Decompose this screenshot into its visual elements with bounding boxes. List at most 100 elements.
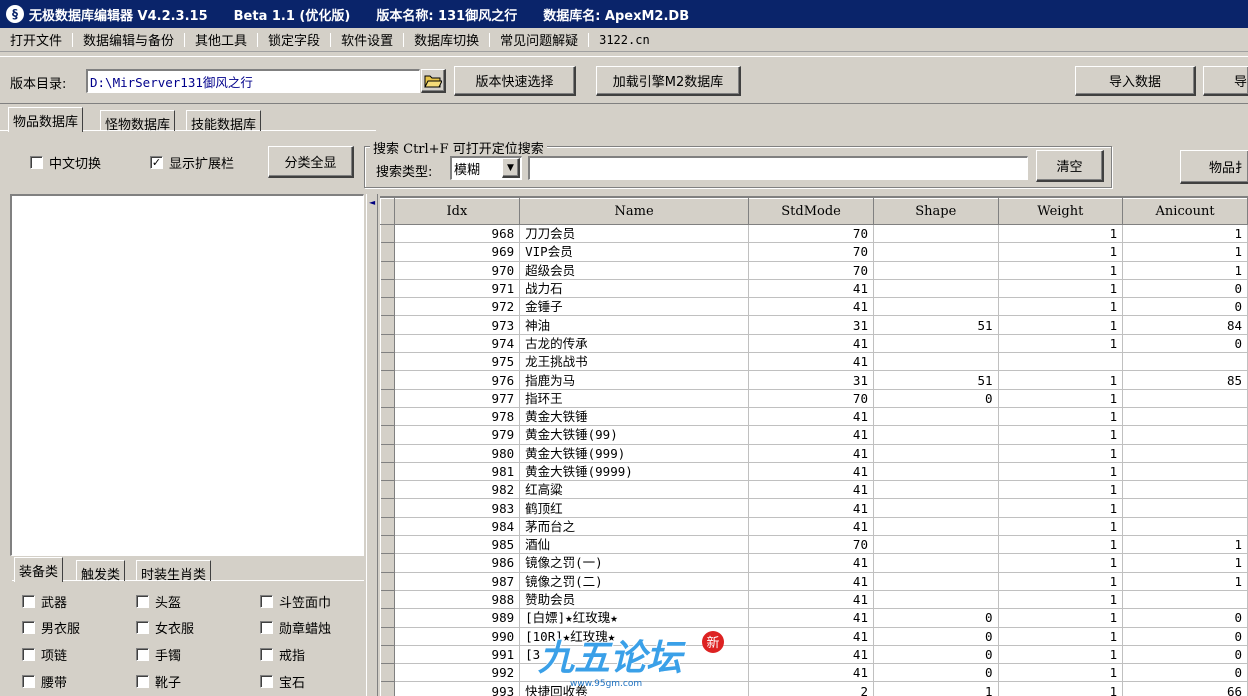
cell-name[interactable]: 神油 [519,315,750,335]
cell-name[interactable]: 黄金大铁锤(99) [519,425,750,445]
row-indicator[interactable] [380,608,395,628]
cell-shape[interactable] [873,517,999,537]
cell-anicount[interactable]: 84 [1122,315,1248,335]
cell-shape[interactable]: 0 [873,389,999,408]
cell-name[interactable]: 红高粱 [519,480,750,500]
cell-weight[interactable]: 1 [998,645,1124,665]
cell-idx[interactable]: 983 [394,498,521,518]
cell-weight[interactable]: 1 [998,498,1124,518]
table-row[interactable]: 989 [白嫖]★红玫瑰★ 41 0 1 0 [380,608,1248,628]
menu-settings[interactable]: 软件设置 [331,30,403,49]
row-indicator[interactable] [380,425,395,445]
cell-weight[interactable]: 1 [998,663,1124,683]
cell-weight[interactable]: 1 [998,224,1124,244]
cell-weight[interactable]: 1 [998,242,1124,262]
table-row[interactable]: 971 战力石 41 1 0 [380,279,1248,299]
cell-shape[interactable]: 51 [873,315,999,335]
cell-stdmode[interactable]: 41 [748,425,874,445]
cell-weight[interactable]: 1 [998,444,1124,463]
cell-stdmode[interactable]: 70 [748,224,874,244]
cell-idx[interactable]: 977 [394,389,521,408]
table-row[interactable]: 987 镜像之罚(二) 41 1 1 [380,572,1248,591]
table-row[interactable]: 981 黄金大铁锤(9999) 41 1 [380,462,1248,482]
cell-stdmode[interactable]: 70 [748,242,874,262]
table-row[interactable]: 978 黄金大铁锤 41 1 [380,407,1248,427]
cell-idx[interactable]: 972 [394,297,521,317]
cell-idx[interactable]: 975 [394,352,521,372]
cell-shape[interactable] [873,444,999,463]
cell-weight[interactable]: 1 [998,279,1124,299]
tab-fashion-zodiac[interactable]: 时装生肖类 [136,560,212,583]
cell-anicount[interactable]: 0 [1122,334,1248,354]
cell-shape[interactable] [873,279,999,299]
row-indicator[interactable] [380,261,395,280]
cell-idx[interactable]: 969 [394,242,521,262]
category-boots-checkbox[interactable]: 靴子 [136,672,181,691]
cell-anicount[interactable] [1122,352,1248,372]
cell-stdmode[interactable]: 70 [748,261,874,280]
chinese-switch-checkbox[interactable]: 中文切换 [30,153,101,172]
cell-idx[interactable]: 990 [394,627,521,646]
cell-weight[interactable]: 1 [998,389,1124,408]
cell-name[interactable]: 赞助会员 [519,590,750,610]
tab-skill-db[interactable]: 技能数据库 [186,110,262,133]
cell-stdmode[interactable]: 41 [748,334,874,354]
cell-anicount[interactable]: 0 [1122,663,1248,683]
cell-anicount[interactable] [1122,407,1248,427]
row-indicator[interactable] [380,498,395,518]
cell-anicount[interactable]: 1 [1122,261,1248,280]
cell-shape[interactable]: 1 [873,681,999,696]
export-data-button[interactable]: 导 [1203,66,1248,96]
cell-idx[interactable]: 992 [394,663,521,683]
row-indicator[interactable] [380,297,395,317]
cell-anicount[interactable]: 66 [1122,681,1248,696]
cell-name[interactable]: 茅而台之 [519,517,750,537]
cell-anicount[interactable] [1122,590,1248,610]
cell-shape[interactable]: 0 [873,627,999,646]
table-row[interactable]: 970 超级会员 70 1 1 [380,261,1248,280]
quick-select-button[interactable]: 版本快速选择 [454,66,576,96]
table-row[interactable]: 969 VIP会员 70 1 1 [380,242,1248,262]
cell-anicount[interactable]: 85 [1122,370,1248,390]
cell-name[interactable]: 镜像之罚(一) [519,553,750,573]
cell-shape[interactable] [873,480,999,500]
cell-idx[interactable]: 980 [394,444,521,463]
cell-stdmode[interactable]: 41 [748,608,874,628]
tab-equipment[interactable]: 装备类 [14,557,64,582]
cell-weight[interactable]: 1 [998,627,1124,646]
cell-idx[interactable]: 978 [394,407,521,427]
cell-stdmode[interactable]: 41 [748,590,874,610]
cell-name[interactable]: VIP会员 [519,242,750,262]
menu-faq[interactable]: 常见问题解疑 [490,30,588,49]
category-bracelet-checkbox[interactable]: 手镯 [136,645,181,664]
table-row[interactable]: 977 指环王 70 0 1 [380,389,1248,408]
cell-weight[interactable]: 1 [998,315,1124,335]
table-row[interactable]: 980 黄金大铁锤(999) 41 1 [380,444,1248,463]
cell-stdmode[interactable]: 41 [748,352,874,372]
cell-idx[interactable]: 981 [394,462,521,482]
dropdown-arrow-icon[interactable]: ▼ [502,158,520,178]
cell-name[interactable]: [3 [519,645,750,665]
row-indicator[interactable] [380,224,395,244]
cell-name[interactable]: 战力石 [519,279,750,299]
table-row[interactable]: 988 赞助会员 41 1 [380,590,1248,610]
row-indicator[interactable] [380,279,395,299]
row-indicator[interactable] [380,681,395,696]
row-indicator[interactable] [380,334,395,354]
cell-stdmode[interactable]: 41 [748,462,874,482]
column-header-anicount[interactable]: Anicount [1122,198,1248,225]
cell-anicount[interactable]: 1 [1122,553,1248,573]
table-row[interactable]: 972 金锤子 41 1 0 [380,297,1248,317]
cell-name[interactable]: 酒仙 [519,535,750,555]
row-indicator[interactable] [380,645,395,665]
table-row[interactable]: 993 快捷回收卷 2 1 1 66 [380,681,1248,696]
cell-idx[interactable]: 993 [394,681,521,696]
table-row[interactable]: 979 黄金大铁锤(99) 41 1 [380,425,1248,445]
category-belt-checkbox[interactable]: 腰带 [22,672,67,691]
cell-shape[interactable] [873,407,999,427]
cell-stdmode[interactable]: 70 [748,535,874,555]
menu-other-tools[interactable]: 其他工具 [185,30,257,49]
menu-data-edit-backup[interactable]: 数据编辑与备份 [73,30,184,49]
collapse-left-icon[interactable]: ◄ [369,198,375,207]
cell-name[interactable]: 龙王挑战书 [519,352,750,372]
